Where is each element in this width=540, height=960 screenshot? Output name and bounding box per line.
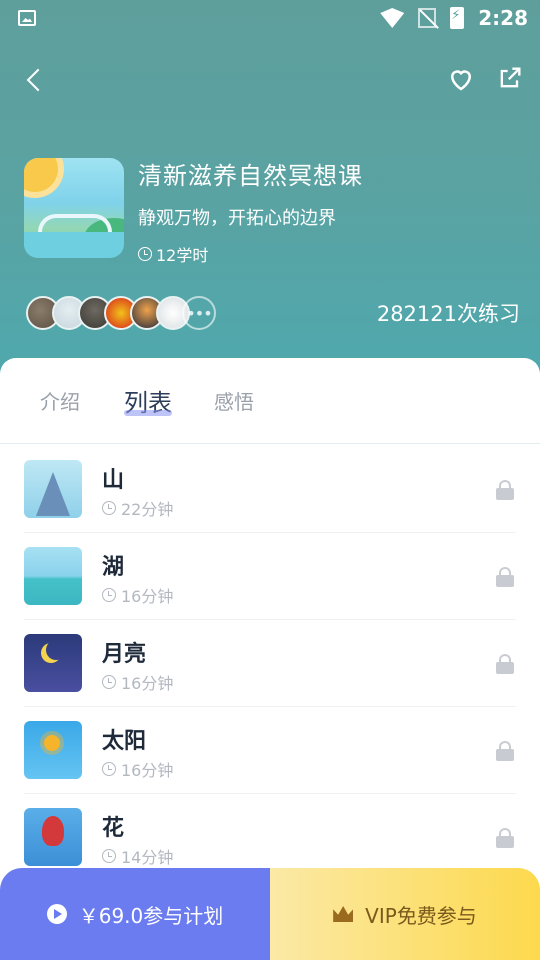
lesson-duration-text: 16分钟 (121, 761, 174, 780)
clock-icon (102, 849, 116, 863)
lesson-list: 山 22分钟 湖 16分钟 月亮 16分钟 太阳 16分钟 花 14分钟 (24, 446, 516, 881)
clock-icon (138, 247, 152, 261)
lesson-duration: 16分钟 (102, 670, 173, 694)
tab-intro[interactable]: 介绍 (40, 386, 80, 415)
lesson-duration-text: 16分钟 (121, 587, 174, 606)
lake-thumbnail (24, 547, 82, 605)
lock-icon (496, 741, 514, 761)
tab-intro-label: 介绍 (40, 390, 80, 414)
more-avatars-icon[interactable]: ••• (182, 296, 216, 330)
flower-thumbnail (24, 808, 82, 866)
list-item[interactable]: 山 22分钟 (24, 446, 516, 533)
list-item[interactable]: 月亮 16分钟 (24, 620, 516, 707)
lesson-title: 花 (102, 816, 125, 841)
moon-thumbnail (24, 634, 82, 692)
course-hours-text: 12学时 (156, 246, 209, 265)
course-hours: 12学时 (138, 242, 208, 266)
course-cover-image (24, 158, 124, 258)
heart-icon[interactable] (446, 64, 476, 94)
list-item[interactable]: 太阳 16分钟 (24, 707, 516, 794)
clock-icon (102, 501, 116, 515)
lock-icon (496, 828, 514, 848)
lesson-duration: 22分钟 (102, 496, 173, 520)
play-icon (46, 904, 67, 924)
tab-reflections[interactable]: 感悟 (214, 386, 254, 415)
lesson-duration-text: 14分钟 (121, 848, 174, 867)
sun-thumbnail (24, 721, 82, 779)
join-plan-label: ￥69.0参与计划 (78, 903, 224, 928)
lesson-duration: 14分钟 (102, 844, 173, 868)
lesson-duration: 16分钟 (102, 757, 173, 781)
tab-reflections-label: 感悟 (214, 390, 254, 414)
no-sim-icon (418, 8, 437, 28)
back-icon[interactable] (20, 64, 50, 98)
practice-count: 282121次练习 (376, 302, 520, 326)
lesson-title: 湖 (102, 555, 125, 580)
status-bar: 2:28 (0, 0, 540, 38)
list-item[interactable]: 湖 16分钟 (24, 533, 516, 620)
lock-icon (496, 567, 514, 587)
lesson-duration-text: 16分钟 (121, 674, 174, 693)
mountain-thumbnail (24, 460, 82, 518)
lesson-duration: 16分钟 (102, 583, 173, 607)
lesson-title: 月亮 (102, 642, 147, 667)
clock-icon (102, 588, 116, 602)
lesson-title: 太阳 (102, 729, 147, 754)
participant-avatars[interactable]: ••• (26, 296, 216, 330)
tab-active-indicator (124, 410, 172, 416)
battery-icon (450, 7, 465, 29)
course-title: 清新滋养自然冥想课 (138, 162, 363, 190)
vip-join-button[interactable]: VIP免费参与 (270, 868, 540, 960)
lock-icon (496, 654, 514, 674)
course-subtitle: 静观万物，开拓心的边界 (138, 208, 336, 229)
lesson-title: 山 (102, 468, 125, 493)
lesson-duration-text: 22分钟 (121, 500, 174, 519)
status-time: 2:28 (478, 6, 528, 30)
vip-join-label: VIP免费参与 (365, 903, 477, 928)
clock-icon (102, 762, 116, 776)
join-plan-button[interactable]: ￥69.0参与计划 (0, 868, 270, 960)
clock-icon (102, 675, 116, 689)
lock-icon (496, 480, 514, 500)
gallery-icon (18, 10, 36, 26)
crown-icon (333, 906, 354, 922)
share-icon[interactable] (496, 64, 526, 94)
wifi-icon (380, 8, 405, 28)
tab-list[interactable]: 列表 (124, 383, 172, 418)
tab-bar: 介绍 列表 感悟 (0, 358, 540, 444)
